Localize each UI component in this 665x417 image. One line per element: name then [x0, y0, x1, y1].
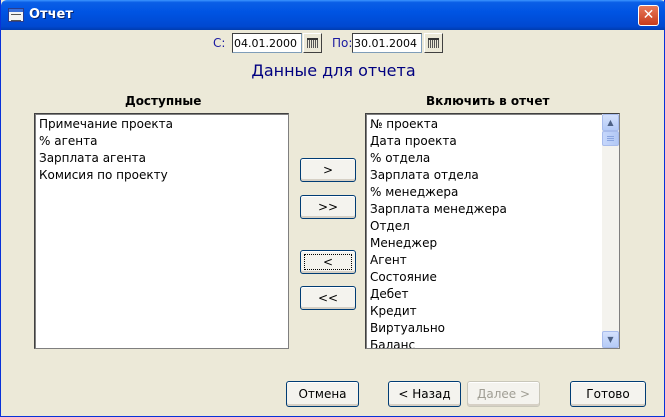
cancel-button[interactable]: Отмена — [286, 381, 359, 407]
title-bar[interactable]: Отчет ✕ — [1, 0, 665, 30]
scroll-down-button[interactable]: ▼ — [602, 331, 619, 348]
included-list-scrollbar[interactable]: ▲ ▼ — [602, 114, 619, 348]
date-from-calendar-button[interactable] — [303, 33, 322, 53]
finish-button[interactable]: Готово — [570, 381, 646, 407]
scroll-up-button[interactable]: ▲ — [602, 114, 619, 131]
window-title: Отчет — [29, 7, 73, 22]
back-button[interactable]: < Назад — [388, 381, 461, 407]
date-to-field[interactable]: 30.01.2004 — [352, 33, 422, 53]
app-icon — [8, 8, 24, 22]
add-one-button[interactable]: > — [300, 158, 356, 182]
list-item[interactable]: Баланс — [366, 337, 619, 348]
list-item[interactable]: Комисия по проекту — [35, 167, 288, 184]
date-to-calendar-button[interactable] — [424, 33, 443, 53]
remove-one-button[interactable]: < — [300, 250, 356, 274]
date-from-label: С: — [213, 36, 226, 50]
calendar-icon — [307, 38, 318, 48]
list-item[interactable]: % агента — [35, 133, 288, 150]
close-button[interactable]: ✕ — [638, 5, 659, 26]
report-dialog: Отчет ✕ С: 04.01.2000 По: 30.01.2004 Дан… — [0, 0, 665, 417]
list-item[interactable]: Состояние — [366, 269, 619, 286]
list-item[interactable]: Зарплата менеджера — [366, 201, 619, 218]
list-item[interactable]: Примечание проекта — [35, 116, 288, 133]
list-item[interactable]: Виртуально — [366, 320, 619, 337]
scroll-thumb[interactable] — [602, 131, 619, 146]
list-item[interactable]: Менеджер — [366, 235, 619, 252]
calendar-icon — [428, 38, 439, 48]
date-from-field[interactable]: 04.01.2000 — [232, 33, 302, 53]
list-item[interactable]: № проекта — [366, 116, 619, 133]
list-item[interactable]: % менеджера — [366, 184, 619, 201]
list-item[interactable]: Отдел — [366, 218, 619, 235]
available-caption: Доступные — [125, 94, 202, 108]
included-caption: Включить в отчет — [426, 94, 550, 108]
report-data-heading: Данные для отчета — [251, 61, 416, 80]
remove-all-button[interactable]: << — [300, 286, 356, 310]
list-item[interactable]: Зарплата отдела — [366, 167, 619, 184]
available-list[interactable]: Примечание проекта % агента Зарплата аге… — [34, 113, 289, 349]
add-all-button[interactable]: >> — [300, 195, 356, 219]
list-item[interactable]: Зарплата агента — [35, 150, 288, 167]
list-item[interactable]: Кредит — [366, 303, 619, 320]
included-list[interactable]: № проекта Дата проекта % отдела Зарплата… — [365, 113, 620, 349]
list-item[interactable]: Дата проекта — [366, 133, 619, 150]
list-item[interactable]: % отдела — [366, 150, 619, 167]
next-button[interactable]: Далее > — [467, 381, 540, 407]
list-item[interactable]: Агент — [366, 252, 619, 269]
date-to-label: По: — [332, 36, 353, 50]
list-item[interactable]: Дебет — [366, 286, 619, 303]
